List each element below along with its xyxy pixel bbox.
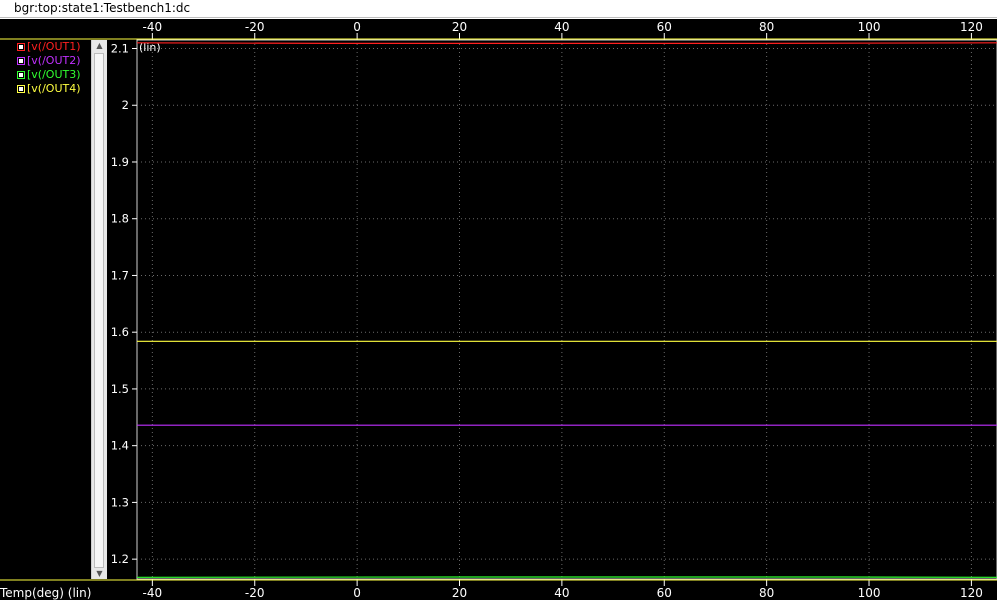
y-tick-label: 1.2	[111, 552, 129, 566]
x-tick-label-bottom: 0	[353, 586, 361, 600]
x-tick-label-top: -20	[245, 20, 265, 34]
y-tick-label: 1.3	[111, 495, 129, 509]
x-tick-label-bottom: 40	[554, 586, 569, 600]
x-tick-label-bottom: 120	[960, 586, 983, 600]
x-tick-label-top: 40	[554, 20, 569, 34]
y-tick-label: 1.6	[111, 325, 129, 339]
x-tick-label-bottom: -20	[245, 586, 265, 600]
x-tick-label-bottom: 100	[858, 586, 881, 600]
y-tick-label: 1.9	[111, 155, 129, 169]
x-tick-label-top: -40	[143, 20, 163, 34]
plot-canvas[interactable]: -40 -40 -20 -20 0 0 20 20 40 40 60 60 80 80 100 100 120 1…	[0, 0, 997, 600]
x-tick-label-top: 20	[452, 20, 467, 34]
series-line-1[interactable]	[136, 42, 997, 45]
x-tick-label-top: 120	[960, 20, 983, 34]
x-tick-label-bottom: 20	[452, 586, 467, 600]
y-tick-label: 1.4	[111, 439, 129, 453]
x-tick-label-top: 0	[353, 20, 361, 34]
x-tick-label-bottom: 60	[657, 586, 672, 600]
x-tick-label-bottom: -40	[143, 586, 163, 600]
x-tick-label-top: 80	[759, 20, 774, 34]
y-tick-label: 2.1	[111, 42, 129, 56]
y-tick-label: 1.8	[111, 212, 129, 226]
y-tick-label: 2	[122, 98, 129, 112]
x-tick-label-top: 100	[858, 20, 881, 34]
x-tick-label-top: 60	[657, 20, 672, 34]
x-axis-label: Temp(deg) (lin)	[0, 586, 92, 600]
x-tick-label-bottom: 80	[759, 586, 774, 600]
plot-frame	[136, 39, 997, 580]
y-tick-label: 1.5	[111, 382, 129, 396]
y-tick-label: 1.7	[111, 268, 129, 282]
